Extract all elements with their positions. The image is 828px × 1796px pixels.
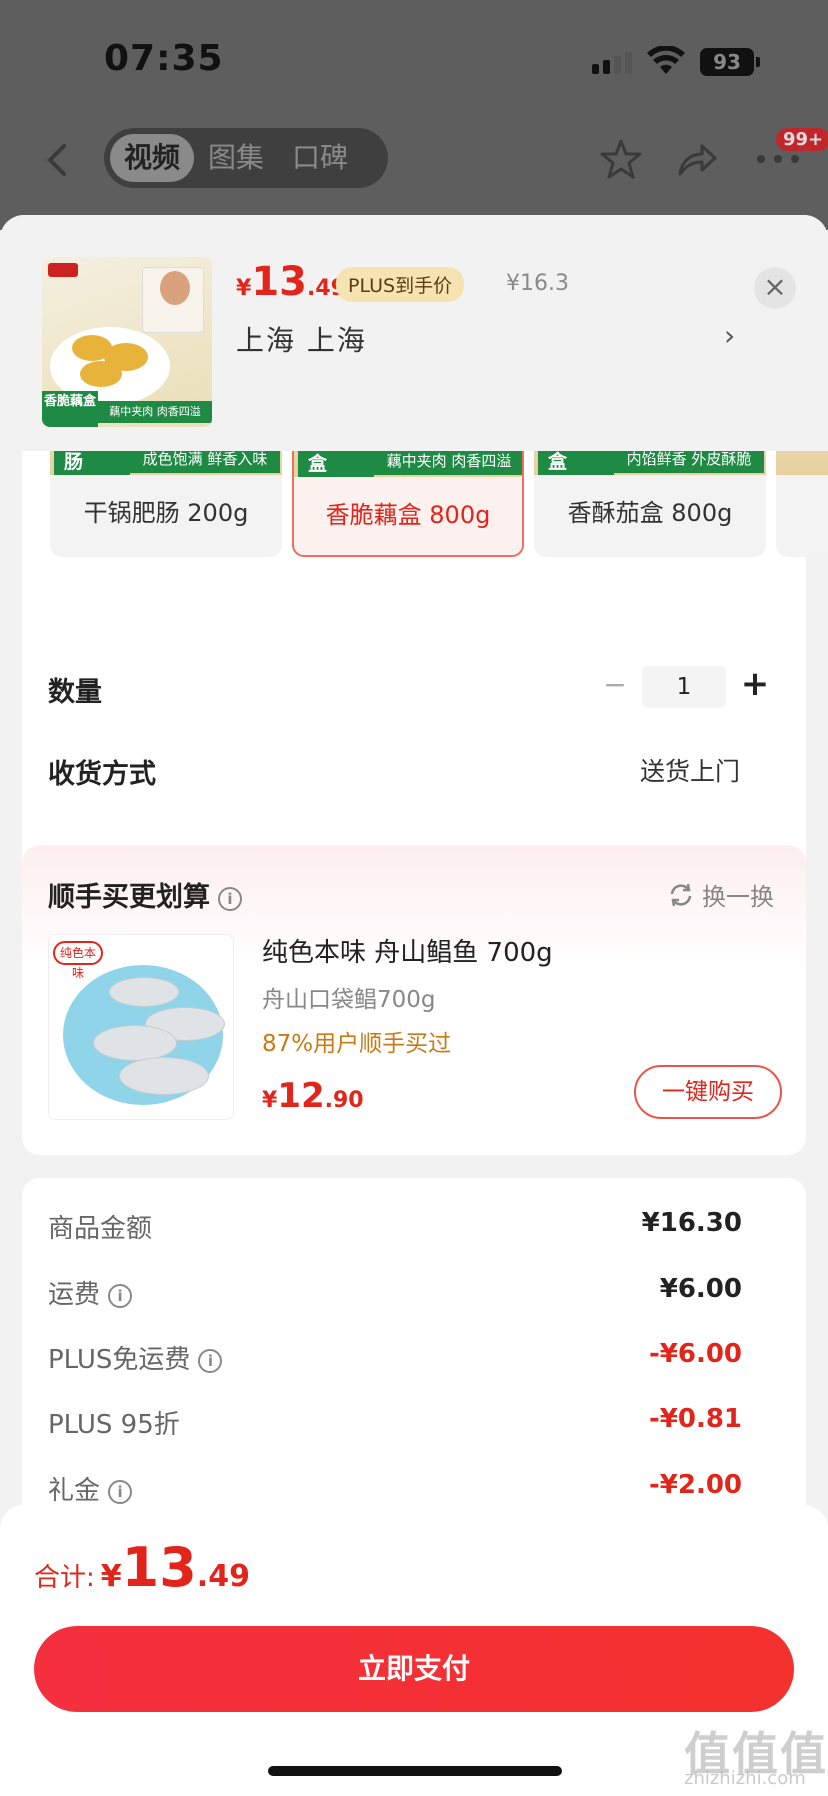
tab-gallery[interactable]: 图集 [194, 134, 278, 182]
close-button[interactable]: × [754, 267, 796, 309]
favorite-star-icon[interactable] [600, 138, 642, 180]
shipping-value[interactable]: 送货上门 [640, 752, 740, 788]
info-icon[interactable]: i [108, 1283, 133, 1308]
shipping-label: 收货方式 [48, 759, 156, 790]
status-time: 07:35 [104, 38, 224, 79]
fee-row: 运费 i ¥6.00 [48, 1274, 742, 1310]
quantity-input[interactable]: 1 [642, 666, 726, 708]
product-header: 香脆藕盒 藕中夹肉 肉香四溢 ¥13.49 PLUS到手价 ¥16.3 × 上海… [0, 215, 828, 451]
thumb-tag: 香脆藕盒 [42, 391, 98, 427]
media-tab-group: 视频 图集 口碑 [104, 128, 388, 188]
battery-icon: 93 [700, 48, 760, 76]
info-icon[interactable]: i [218, 886, 242, 911]
upsell-title: 顺手买更划算 i [48, 875, 242, 914]
upsell-product-image[interactable]: 纯色本味 [48, 934, 234, 1120]
variant-label: 香酥茄盒 800g [567, 499, 733, 527]
variant-label: 干锅肥肠 200g [83, 499, 249, 527]
refresh-icon [670, 883, 692, 906]
brand-logo [48, 263, 78, 277]
product-thumbnail: 香脆藕盒 藕中夹肉 肉香四溢 [42, 257, 212, 427]
variant-label: 香脆藕盒 800g [325, 501, 491, 529]
tab-video[interactable]: 视频 [110, 134, 195, 182]
thumb-strip: 藕中夹肉 肉香四溢 [98, 401, 212, 423]
delivery-address[interactable]: 上海 上海 [236, 319, 367, 359]
total-price: 合计: ¥13.49 [34, 1536, 250, 1599]
pay-now-button[interactable]: 立即支付 [34, 1626, 794, 1712]
home-indicator [268, 1766, 562, 1776]
swap-button[interactable]: 换一换 [668, 877, 774, 912]
upsell-product-sub: 舟山口袋鲳700g [262, 987, 436, 1013]
original-price: ¥16.3 [506, 271, 569, 296]
status-bar: 07:35 93 [0, 0, 828, 120]
fee-row: 礼金 i -¥2.00 [48, 1470, 742, 1506]
info-icon[interactable]: i [108, 1479, 133, 1504]
back-arrow-icon[interactable] [42, 142, 72, 178]
product-price: ¥13.49 [236, 259, 346, 305]
info-icon[interactable]: i [198, 1348, 223, 1373]
upsell-brand-logo: 纯色本味 [53, 941, 103, 980]
fee-row: 商品金额 ¥16.30 [48, 1208, 742, 1244]
watermark-url: zhizhizhi.com [684, 1768, 806, 1789]
fee-row: PLUS 95折 -¥0.81 [48, 1404, 742, 1440]
more-icon[interactable] [756, 154, 800, 164]
quantity-minus-button[interactable]: − [600, 668, 630, 702]
upsell-product-name[interactable]: 纯色本味 舟山鲳鱼 700g [262, 932, 553, 969]
one-click-buy-button[interactable]: 一键购买 [634, 1065, 782, 1119]
chevron-right-icon[interactable]: › [724, 319, 735, 352]
chef-illustration [160, 271, 190, 305]
top-nav: 视频 图集 口碑 99+ [0, 128, 828, 192]
upsell-price: ¥12.90 [262, 1076, 364, 1116]
fee-row: PLUS免运费 i -¥6.00 [48, 1339, 742, 1375]
upsell-buy-rate: 87%用户顺手买过 [262, 1031, 452, 1057]
tab-reviews[interactable]: 口碑 [278, 134, 362, 182]
plus-price-tag: PLUS到手价 [336, 267, 465, 302]
quantity-label: 数量 [48, 677, 102, 708]
signal-icon [592, 52, 632, 74]
share-icon[interactable] [676, 140, 718, 180]
wifi-icon [647, 46, 685, 74]
message-badge: 99+ [776, 128, 828, 151]
quantity-plus-button[interactable]: + [738, 664, 772, 704]
